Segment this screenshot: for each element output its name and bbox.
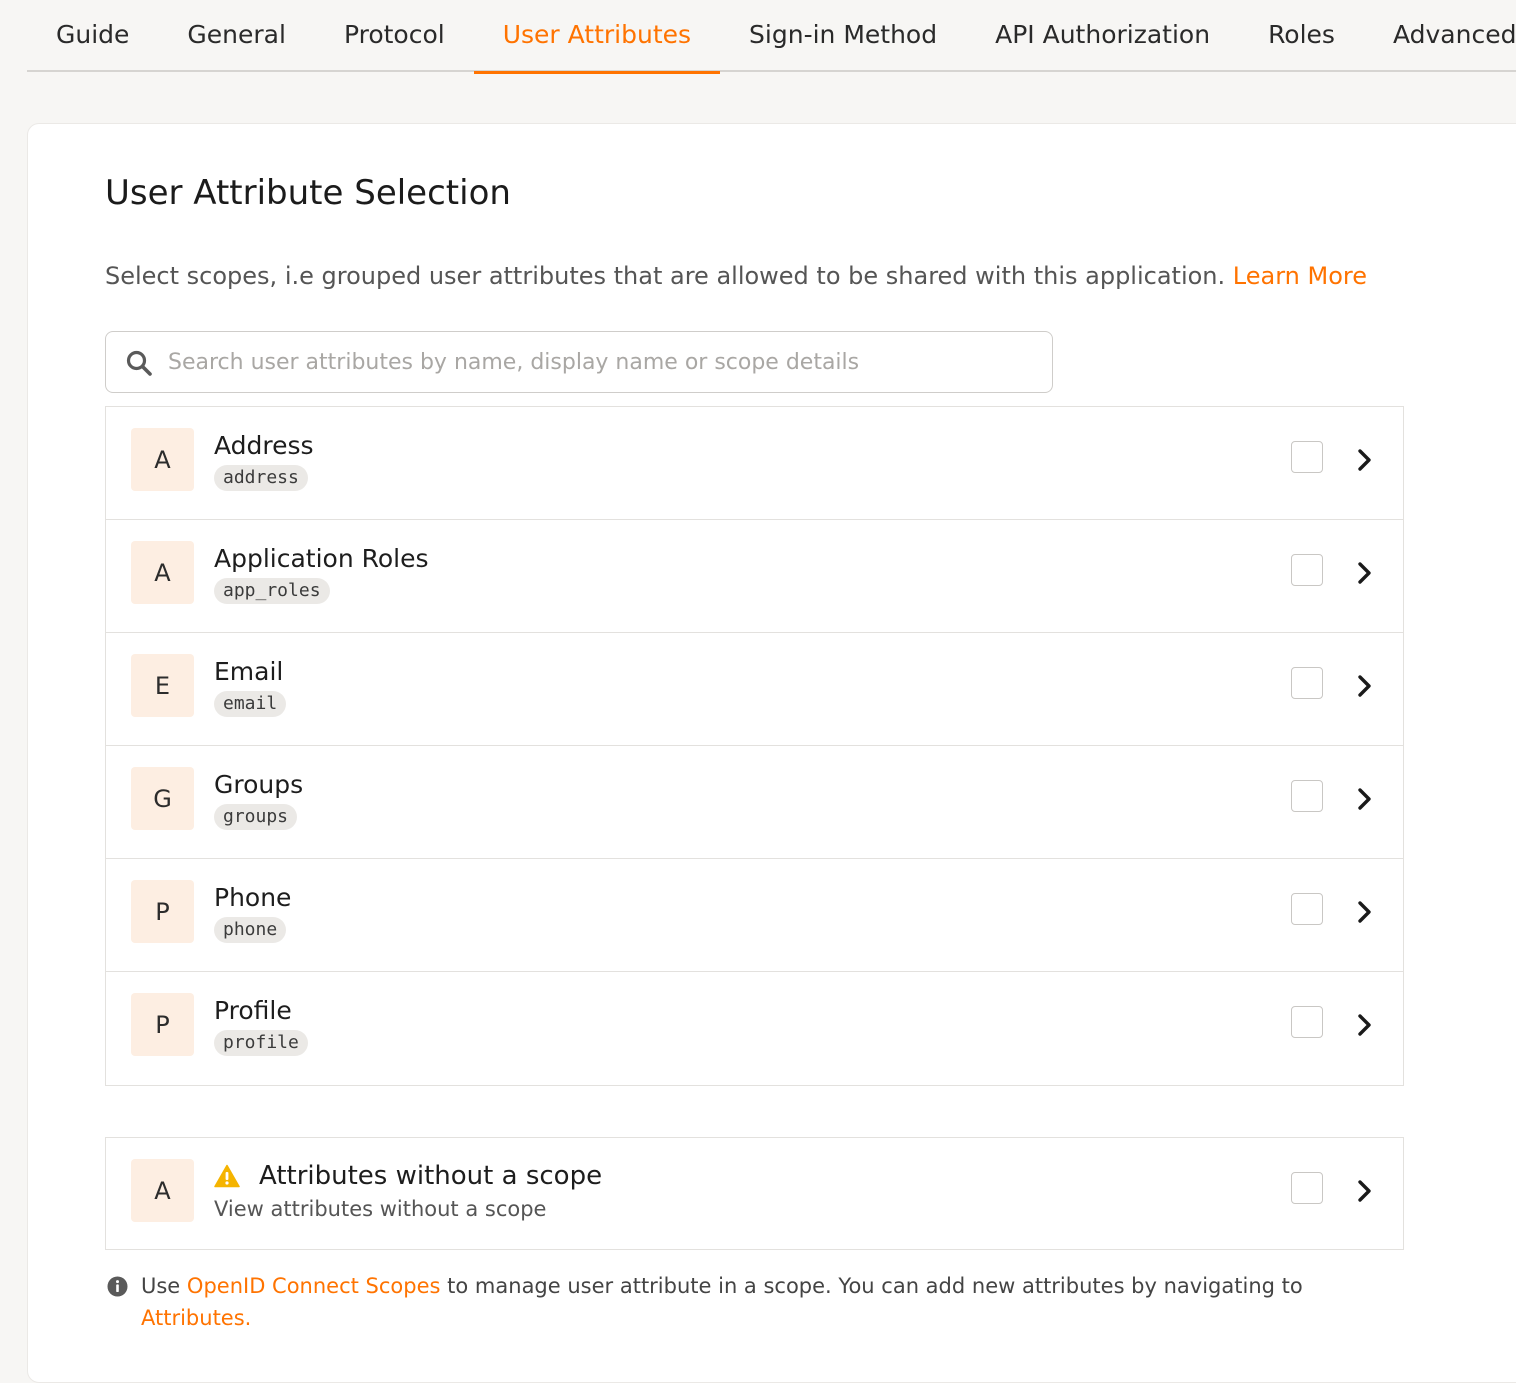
- avatar: A: [131, 428, 194, 491]
- chevron-right-icon[interactable]: [1354, 784, 1376, 814]
- search-box: [105, 331, 1053, 393]
- scope-row-profile[interactable]: P Profile profile: [106, 972, 1403, 1085]
- tab-roles[interactable]: Roles: [1239, 0, 1364, 72]
- tab-general[interactable]: General: [158, 0, 315, 72]
- chevron-right-icon[interactable]: [1354, 1010, 1376, 1040]
- scope-name: Email: [214, 657, 284, 686]
- scope-checkbox[interactable]: [1291, 441, 1323, 473]
- scope-list: A Address address A Application Roles ap…: [105, 406, 1404, 1086]
- avatar: E: [131, 654, 194, 717]
- scope-row-address[interactable]: A Address address: [106, 407, 1403, 520]
- scope-name: Profile: [214, 996, 292, 1025]
- tab-user-attributes[interactable]: User Attributes: [473, 0, 721, 74]
- tab-advanced[interactable]: Advanced: [1364, 0, 1516, 72]
- tab-sign-in-method[interactable]: Sign-in Method: [720, 0, 966, 72]
- scope-name: Address: [214, 431, 314, 460]
- tab-guide[interactable]: Guide: [27, 0, 158, 72]
- chevron-right-icon[interactable]: [1354, 1176, 1376, 1206]
- note-prefix: Use: [141, 1274, 181, 1298]
- scope-name: Groups: [214, 770, 304, 799]
- scope-checkbox[interactable]: [1291, 1006, 1323, 1038]
- scope-checkbox[interactable]: [1291, 667, 1323, 699]
- avatar: A: [131, 541, 194, 604]
- avatar: A: [131, 1159, 194, 1222]
- scope-checkbox[interactable]: [1291, 554, 1323, 586]
- search-icon: [126, 350, 152, 376]
- avatar: G: [131, 767, 194, 830]
- info-note-text: Use OpenID Connect Scopes to manage user…: [141, 1270, 1341, 1334]
- attributes-link[interactable]: Attributes.: [141, 1306, 251, 1330]
- scope-key-chip: email: [214, 691, 287, 717]
- warning-icon: [214, 1164, 240, 1188]
- avatar: P: [131, 880, 194, 943]
- info-icon: [107, 1276, 128, 1297]
- scope-row-groups[interactable]: G Groups groups: [106, 746, 1403, 859]
- scope-name: Application Roles: [214, 544, 429, 573]
- scope-key-chip: groups: [214, 804, 298, 830]
- chevron-right-icon[interactable]: [1354, 558, 1376, 588]
- section-description: Select scopes, i.e grouped user attribut…: [105, 262, 1367, 290]
- chevron-right-icon[interactable]: [1354, 445, 1376, 475]
- no-scope-subtitle: View attributes without a scope: [214, 1197, 547, 1221]
- chevron-right-icon[interactable]: [1354, 671, 1376, 701]
- scope-checkbox[interactable]: [1291, 780, 1323, 812]
- scope-key-chip: app_roles: [214, 578, 330, 604]
- tab-protocol[interactable]: Protocol: [315, 0, 474, 72]
- chevron-right-icon[interactable]: [1354, 897, 1376, 927]
- scope-name: Phone: [214, 883, 292, 912]
- search-input[interactable]: [168, 332, 1038, 392]
- tab-bar: Guide General Protocol User Attributes S…: [27, 0, 1516, 74]
- note-middle: to manage user attribute in a scope. You…: [447, 1274, 1303, 1298]
- openid-connect-scopes-link[interactable]: OpenID Connect Scopes: [187, 1274, 441, 1298]
- user-attributes-card: User Attribute Selection Select scopes, …: [27, 123, 1516, 1383]
- tab-api-authorization[interactable]: API Authorization: [966, 0, 1239, 72]
- scope-key-chip: profile: [214, 1030, 308, 1056]
- attributes-without-scope-row[interactable]: A Attributes without a scope View attrib…: [105, 1137, 1404, 1250]
- scope-key-chip: phone: [214, 917, 287, 943]
- no-scope-checkbox[interactable]: [1291, 1172, 1323, 1204]
- scope-checkbox[interactable]: [1291, 893, 1323, 925]
- description-text: Select scopes, i.e grouped user attribut…: [105, 262, 1226, 290]
- scope-row-phone[interactable]: P Phone phone: [106, 859, 1403, 972]
- no-scope-title: Attributes without a scope: [259, 1161, 603, 1191]
- learn-more-link[interactable]: Learn More: [1233, 262, 1367, 290]
- scope-key-chip: address: [214, 465, 308, 491]
- scope-row-application-roles[interactable]: A Application Roles app_roles: [106, 520, 1403, 633]
- scope-row-email[interactable]: E Email email: [106, 633, 1403, 746]
- section-title: User Attribute Selection: [105, 173, 511, 213]
- avatar: P: [131, 993, 194, 1056]
